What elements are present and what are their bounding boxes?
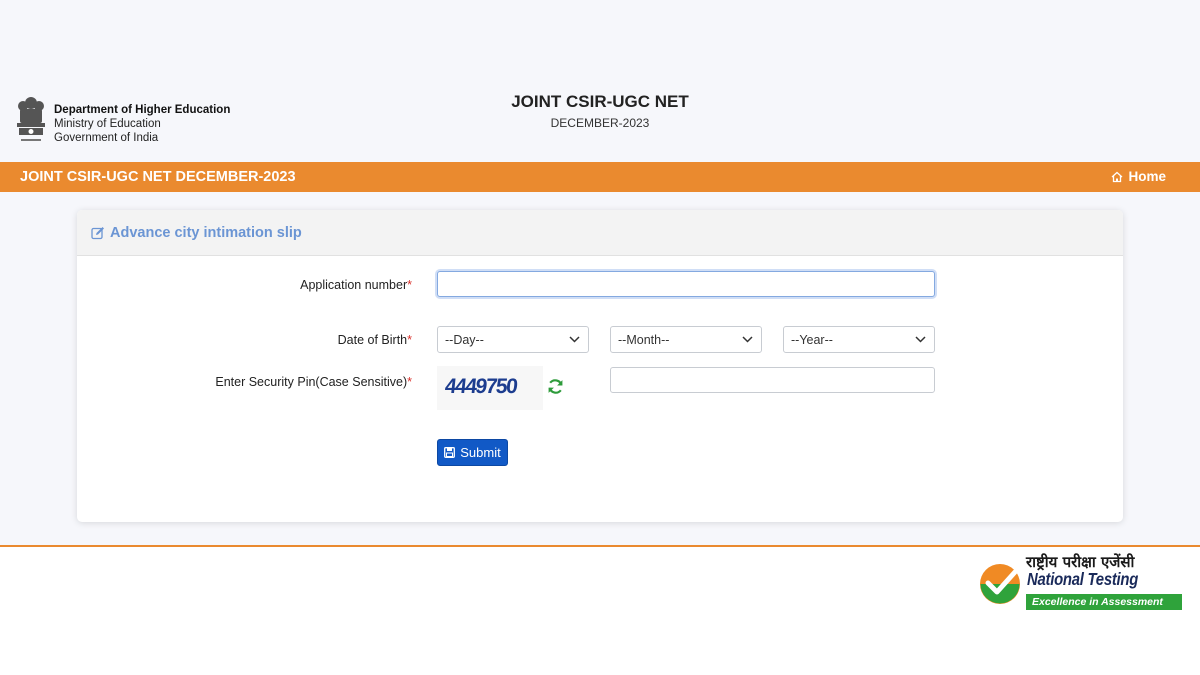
year-select-value: --Year-- xyxy=(791,332,833,347)
dob-label: Date of Birth* xyxy=(337,333,412,347)
month-select-value: --Month-- xyxy=(618,332,670,347)
site-header: Department of Higher Education Ministry … xyxy=(0,80,1200,162)
home-link[interactable]: Home xyxy=(1111,169,1166,184)
required-marker: * xyxy=(407,278,412,292)
edit-icon xyxy=(91,226,104,239)
year-select[interactable]: --Year-- xyxy=(783,326,935,353)
required-marker: * xyxy=(407,375,412,389)
month-select[interactable]: --Month-- xyxy=(610,326,762,353)
footer-divider xyxy=(0,545,1200,547)
nta-tagline: Excellence in Assessment xyxy=(1026,594,1182,610)
card-title: Advance city intimation slip xyxy=(110,224,302,241)
chevron-down-icon xyxy=(915,336,926,343)
navbar: JOINT CSIR-UGC NET DECEMBER-2023 Home xyxy=(0,162,1200,192)
security-pin-input[interactable] xyxy=(610,367,935,393)
chevron-down-icon xyxy=(742,336,753,343)
home-link-label: Home xyxy=(1128,169,1166,184)
application-number-input[interactable] xyxy=(437,271,935,297)
save-icon xyxy=(444,447,456,458)
captcha-image: 4449750 xyxy=(437,366,543,410)
day-select[interactable]: --Day-- xyxy=(437,326,589,353)
security-pin-label: Enter Security Pin(Case Sensitive)* xyxy=(215,375,412,389)
submit-button[interactable]: Submit xyxy=(437,439,508,466)
captcha-text: 4449750 xyxy=(443,375,518,398)
government-name: Government of India xyxy=(54,132,159,144)
submit-button-label: Submit xyxy=(460,445,501,460)
chevron-down-icon xyxy=(569,336,580,343)
exam-title: JOINT CSIR-UGC NET xyxy=(511,92,689,111)
form-card: Advance city intimation slip Application… xyxy=(77,210,1123,522)
nta-checkmark-logo xyxy=(980,564,1020,604)
home-icon xyxy=(1112,171,1123,182)
application-number-label: Application number* xyxy=(300,278,412,292)
card-header: Advance city intimation slip xyxy=(77,210,1123,256)
required-marker: * xyxy=(407,333,412,347)
navbar-brand[interactable]: JOINT CSIR-UGC NET DECEMBER-2023 xyxy=(20,169,296,185)
refresh-icon[interactable] xyxy=(547,378,564,395)
day-select-value: --Day-- xyxy=(445,332,484,347)
exam-session: DECEMBER-2023 xyxy=(550,116,650,130)
